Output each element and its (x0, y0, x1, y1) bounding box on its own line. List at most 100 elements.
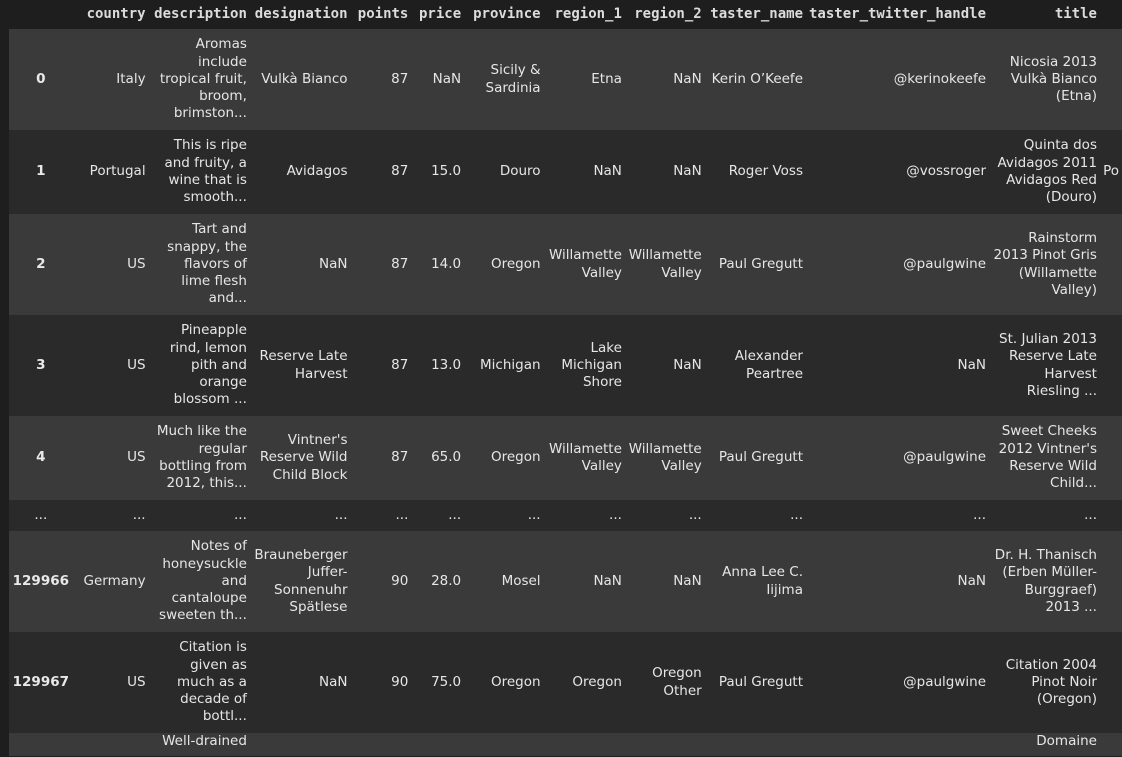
cell-province: Sicily & Sardinia (485, 62, 541, 96)
ellipsis-cell: ... (234, 506, 247, 523)
cell-overflow (1100, 416, 1122, 500)
cell-taster-twitter-handle: @kerinokeefe (893, 70, 987, 87)
cell-points: 90 (391, 673, 409, 690)
row-index: 0 (36, 70, 46, 87)
cell-points: 87 (391, 255, 409, 272)
ellipsis-cell: ... (334, 506, 348, 523)
column-header-taster-name: taster_name (704, 0, 806, 29)
cell-taster-name: Paul Gregutt (718, 673, 803, 690)
cell-price: 15.0 (431, 163, 462, 180)
cell-designation: NaN (319, 673, 348, 690)
cell-price: 65.0 (431, 449, 462, 466)
cell-taster-twitter-handle: @paulgwine (903, 449, 987, 466)
cell-overflow (1100, 531, 1122, 632)
cell-region-2 (625, 733, 705, 756)
cell-overflow (1100, 632, 1122, 733)
cell-region-2: Oregon Other (652, 665, 702, 699)
cell-description: Aromas include tropical fruit, broom, br… (159, 36, 247, 122)
ellipsis-cell: ... (527, 506, 541, 523)
cell-description: Much like the regular bottling from 2012… (156, 423, 247, 492)
cell-description: Citation is given as much as a decade of… (177, 639, 247, 725)
column-header-country: country (72, 0, 149, 29)
cell-province: Oregon (490, 673, 541, 690)
cell-designation: Vulkà Bianco (261, 70, 348, 87)
cell-points: 87 (391, 449, 409, 466)
cell-price: NaN (432, 70, 462, 87)
cell-region-1: NaN (593, 163, 622, 180)
cell-title: Quinta dos Avidagos 2011 Avidagos Red (D… (997, 137, 1097, 206)
cell-region-2: NaN (673, 572, 702, 589)
cell-province (464, 733, 543, 756)
cell-taster-name (705, 733, 806, 756)
cell-description: Notes of honeysuckle and cantaloupe swee… (159, 538, 247, 624)
cell-price: 28.0 (431, 572, 462, 589)
cell-province: Oregon (490, 255, 541, 272)
cell-taster-name: Roger Voss (728, 163, 803, 180)
header-row: country description designation points price… (9, 0, 1122, 29)
row-index (9, 733, 73, 756)
table-row: Well-drained Domaine (9, 733, 1122, 756)
cell-designation: NaN (319, 255, 348, 272)
cell-points (351, 733, 412, 756)
cell-country: US (127, 449, 146, 466)
cell-taster-twitter-handle: @paulgwine (903, 673, 987, 690)
cell-points: 90 (391, 572, 409, 589)
cell-taster-name: Alexander Peartree (734, 348, 803, 382)
ellipsis-cell: ... (973, 506, 987, 523)
column-header-description: description (148, 0, 250, 29)
ellipsis-cell: ... (1084, 506, 1097, 523)
column-header-region-1: region_1 (543, 0, 625, 29)
cell-price: 13.0 (431, 356, 462, 373)
cell-country: Germany (83, 572, 146, 589)
cell-country: US (127, 673, 146, 690)
ellipsis-cell: ... (395, 506, 409, 523)
cell-region-2: NaN (673, 163, 702, 180)
cell-region-1: Etna (591, 70, 622, 87)
column-header-points: points (350, 0, 412, 29)
column-header-taster-twitter-handle: taster_twitter_handle (806, 0, 990, 29)
cell-overflow (1100, 29, 1122, 130)
cell-title: Domaine (1036, 733, 1097, 749)
index-header (9, 0, 73, 29)
row-index: 129967 (12, 673, 70, 690)
table-row: 129966 Germany Notes of honeysuckle and ca… (9, 531, 1122, 632)
cell-title: Sweet Cheeks 2012 Vintner's Reserve Wild… (998, 423, 1097, 492)
cell-title: Citation 2004 Pinot Noir (Oregon) (1005, 656, 1097, 708)
cell-taster-name: Paul Gregutt (718, 255, 803, 272)
overflow-header (1099, 0, 1122, 29)
row-index: 129966 (12, 572, 70, 589)
row-index: 2 (36, 255, 46, 272)
dataframe-table: country description designation points price… (9, 0, 1122, 756)
cell-taster-name: Kerin O’Keefe (711, 70, 803, 87)
cell-country: US (127, 356, 146, 373)
column-header-price: price (411, 0, 465, 29)
cell-taster-name: Paul Gregutt (718, 449, 803, 466)
cell-overflow: Po (1103, 163, 1119, 180)
cell-title: Rainstorm 2013 Pinot Gris (Willamette Va… (993, 229, 1097, 298)
cell-region-1: Lake Michigan Shore (561, 339, 622, 391)
ellipsis-row: .................................... (9, 500, 1122, 531)
ellipsis-overflow-cell (1100, 500, 1122, 531)
cell-price: 14.0 (431, 255, 462, 272)
ellipsis-cell: ... (790, 506, 803, 523)
cell-region-2: NaN (673, 70, 702, 87)
cell-province: Douro (499, 163, 541, 180)
cell-region-1: Willamette Valley (548, 440, 622, 474)
cell-region-2: Willamette Valley (628, 440, 702, 474)
cell-taster-twitter-handle: NaN (957, 356, 987, 373)
cell-country: Italy (116, 70, 146, 87)
cell-taster-twitter-handle: NaN (957, 572, 987, 589)
cell-overflow (1100, 214, 1122, 315)
column-header-province: province (464, 0, 544, 29)
cell-province: Mosel (501, 572, 541, 589)
cell-designation: Vintner's Reserve Wild Child Block (259, 432, 348, 483)
cell-price: 75.0 (431, 673, 462, 690)
ellipsis-cell: ... (34, 506, 48, 523)
table-row: 3 US Pineapple rind, lemon pith and orange… (9, 315, 1122, 416)
cell-country: US (127, 255, 146, 272)
cell-description: Well-drained (162, 733, 247, 749)
cell-region-1: NaN (593, 572, 622, 589)
cell-designation (250, 733, 351, 756)
column-header-designation: designation (249, 0, 351, 29)
row-index: 3 (36, 356, 46, 373)
